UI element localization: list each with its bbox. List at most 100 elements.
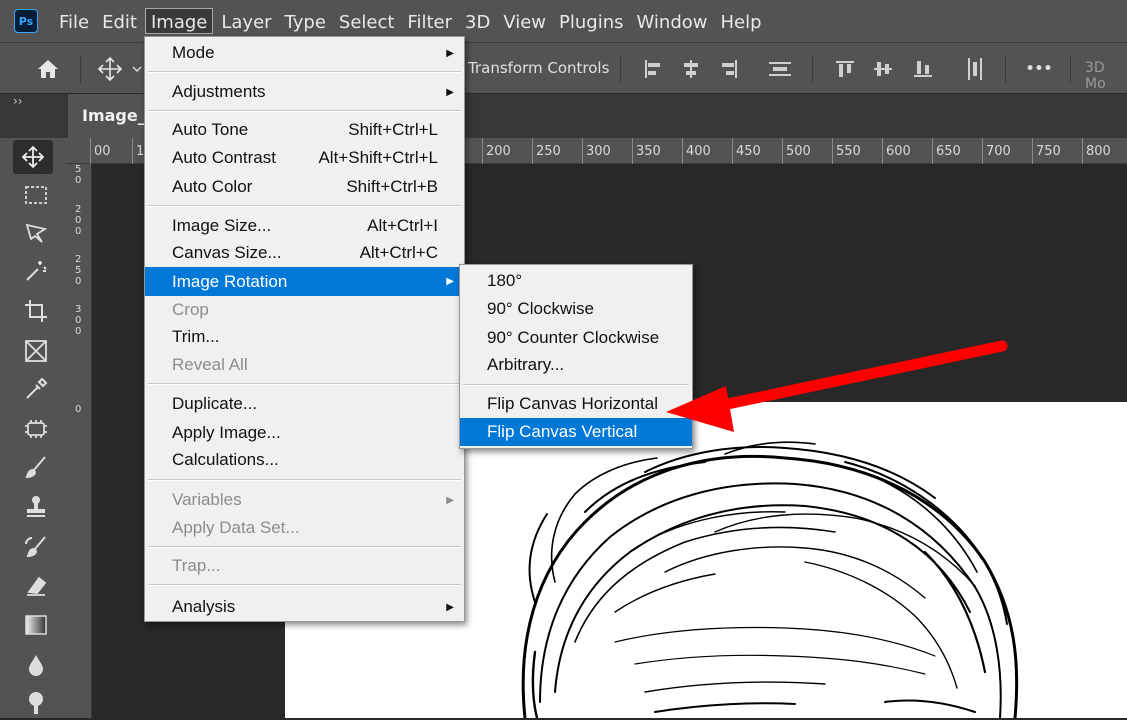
menu-item-adjustments[interactable]: Adjustments ▶	[145, 78, 464, 106]
menu-item-rotate-90-ccw[interactable]: 90° Counter Clockwise	[460, 324, 692, 352]
align-horizontal-center-icon[interactable]	[678, 43, 704, 95]
menu-item-label: Auto Tone	[172, 120, 249, 139]
menu-item-mode[interactable]: Mode ▶	[145, 39, 464, 67]
tools-panel	[0, 138, 66, 718]
lasso-tool-icon[interactable]	[16, 216, 56, 250]
vertical-ruler: 5 0 2 0 0 2 5 0 3 0 0 0	[66, 164, 92, 718]
menu-item-label: Calculations...	[172, 450, 279, 469]
submenu-arrow-icon: ▶	[446, 494, 454, 506]
magic-wand-tool-icon[interactable]	[16, 254, 56, 288]
menu-item-auto-color[interactable]: Auto Color Shift+Ctrl+B	[145, 173, 464, 201]
ruler-tick-label: 700	[982, 138, 1011, 164]
menu-item-apply-data-set: Apply Data Set...	[145, 514, 464, 542]
menu-file[interactable]: File	[54, 8, 94, 34]
marquee-tool-icon[interactable]	[16, 178, 56, 212]
align-left-icon[interactable]	[640, 43, 666, 95]
collapse-panels-icon[interactable]: ››	[13, 94, 23, 108]
menu-layer[interactable]: Layer	[216, 8, 276, 34]
clone-stamp-tool-icon[interactable]	[16, 490, 56, 524]
menu-item-duplicate[interactable]: Duplicate...	[145, 390, 464, 418]
history-brush-tool-icon[interactable]	[16, 530, 56, 564]
menu-item-label: Duplicate...	[172, 394, 258, 413]
menu-image[interactable]: Image	[144, 8, 214, 34]
ruler-tick-label: 450	[732, 138, 761, 164]
menu-item-arbitrary[interactable]: Arbitrary...	[460, 351, 692, 379]
menu-item-flip-canvas-vertical[interactable]: Flip Canvas Vertical	[460, 418, 692, 446]
menu-item-rotate-180[interactable]: 180°	[460, 267, 692, 295]
menu-item-label: 180°	[487, 271, 523, 290]
ruler-tick-label: 0	[75, 404, 82, 415]
menu-item-image-rotation[interactable]: Image Rotation ▶	[145, 267, 464, 296]
menu-item-trim[interactable]: Trim...	[145, 323, 464, 351]
brush-tool-icon[interactable]	[16, 450, 56, 484]
submenu-arrow-icon: ▶	[446, 601, 454, 613]
menu-item-canvas-size[interactable]: Canvas Size... Alt+Ctrl+C	[145, 239, 464, 267]
tool-preset-chevron-icon[interactable]	[130, 43, 144, 95]
menu-view[interactable]: View	[498, 8, 551, 34]
move-tool-icon[interactable]	[13, 140, 53, 174]
ruler-tick-label: 750	[1032, 138, 1061, 164]
menu-item-label: 90° Clockwise	[487, 299, 594, 318]
submenu-arrow-icon: ▶	[446, 276, 454, 287]
menu-item-label: Trim...	[172, 327, 220, 346]
menu-item-trap: Trap...	[145, 552, 464, 580]
menu-item-image-size[interactable]: Image Size... Alt+Ctrl+I	[145, 212, 464, 240]
menu-item-label: Analysis	[172, 597, 236, 616]
menu-type[interactable]: Type	[280, 8, 331, 34]
more-options-button[interactable]: •••	[1022, 43, 1056, 95]
menu-item-calculations[interactable]: Calculations...	[145, 446, 464, 474]
distribute-horizontal-icon[interactable]	[962, 43, 988, 95]
photoshop-logo-icon[interactable]: Ps	[14, 9, 38, 33]
ruler-tick-label: 250	[532, 138, 561, 164]
eraser-tool-icon[interactable]	[16, 568, 56, 602]
menu-item-shortcut: Alt+Ctrl+C	[359, 243, 438, 262]
menu-item-label: 90° Counter Clockwise	[487, 328, 660, 347]
spot-healing-tool-icon[interactable]	[16, 412, 56, 446]
menu-item-label: Variables	[172, 490, 242, 509]
show-transform-controls-label[interactable]: Transform Controls	[468, 59, 609, 77]
menu-edit[interactable]: Edit	[97, 8, 142, 34]
menu-3d[interactable]: 3D	[460, 8, 495, 34]
menu-item-label: Canvas Size...	[172, 243, 282, 262]
menu-item-shortcut: Shift+Ctrl+L	[348, 120, 438, 139]
crop-tool-icon[interactable]	[16, 294, 56, 328]
menu-plugins[interactable]: Plugins	[554, 8, 628, 34]
dodge-tool-icon[interactable]	[16, 686, 56, 720]
menu-item-shortcut: Shift+Ctrl+B	[346, 177, 438, 196]
menu-item-label: Auto Color	[172, 177, 253, 196]
menu-select[interactable]: Select	[334, 8, 400, 34]
gradient-tool-icon[interactable]	[16, 608, 56, 642]
align-vertical-center-icon[interactable]	[870, 43, 896, 95]
menu-filter[interactable]: Filter	[402, 8, 457, 34]
blur-tool-icon[interactable]	[16, 648, 56, 682]
menu-item-apply-image[interactable]: Apply Image...	[145, 419, 464, 447]
menu-item-label: Trap...	[172, 556, 221, 575]
eyedropper-tool-icon[interactable]	[16, 372, 56, 406]
home-icon[interactable]	[30, 43, 66, 95]
align-top-icon[interactable]	[832, 43, 858, 95]
ruler-tick-label: 600	[882, 138, 911, 164]
ruler-tick-label: 3 0 0	[75, 304, 82, 337]
move-tool-icon[interactable]	[94, 43, 126, 95]
menu-item-rotate-90-cw[interactable]: 90° Clockwise	[460, 295, 692, 323]
menu-item-shortcut: Alt+Ctrl+I	[367, 216, 438, 235]
ruler-tick-label: 300	[582, 138, 611, 164]
menu-item-analysis[interactable]: Analysis ▶	[145, 593, 464, 621]
distribute-vertical-icon[interactable]	[766, 43, 794, 95]
menu-item-auto-tone[interactable]: Auto Tone Shift+Ctrl+L	[145, 116, 464, 144]
menu-item-label: Flip Canvas Vertical	[487, 422, 638, 441]
menu-item-flip-canvas-horizontal[interactable]: Flip Canvas Horizontal	[460, 390, 692, 418]
menu-item-label: Reveal All	[172, 355, 248, 374]
align-bottom-icon[interactable]	[910, 43, 936, 95]
align-right-icon[interactable]	[716, 43, 742, 95]
ruler-tick-label: 800	[1082, 138, 1111, 164]
frame-tool-icon[interactable]	[16, 334, 56, 368]
menu-window[interactable]: Window	[632, 8, 713, 34]
menu-item-label: Auto Contrast	[172, 148, 276, 167]
3d-mode-label: 3D Mo	[1085, 60, 1106, 92]
menu-item-auto-contrast[interactable]: Auto Contrast Alt+Shift+Ctrl+L	[145, 144, 464, 172]
submenu-arrow-icon: ▶	[446, 86, 454, 98]
menu-help[interactable]: Help	[716, 8, 767, 34]
ruler-tick-label: 5 0	[75, 164, 82, 186]
menu-item-label: Mode	[172, 43, 215, 62]
